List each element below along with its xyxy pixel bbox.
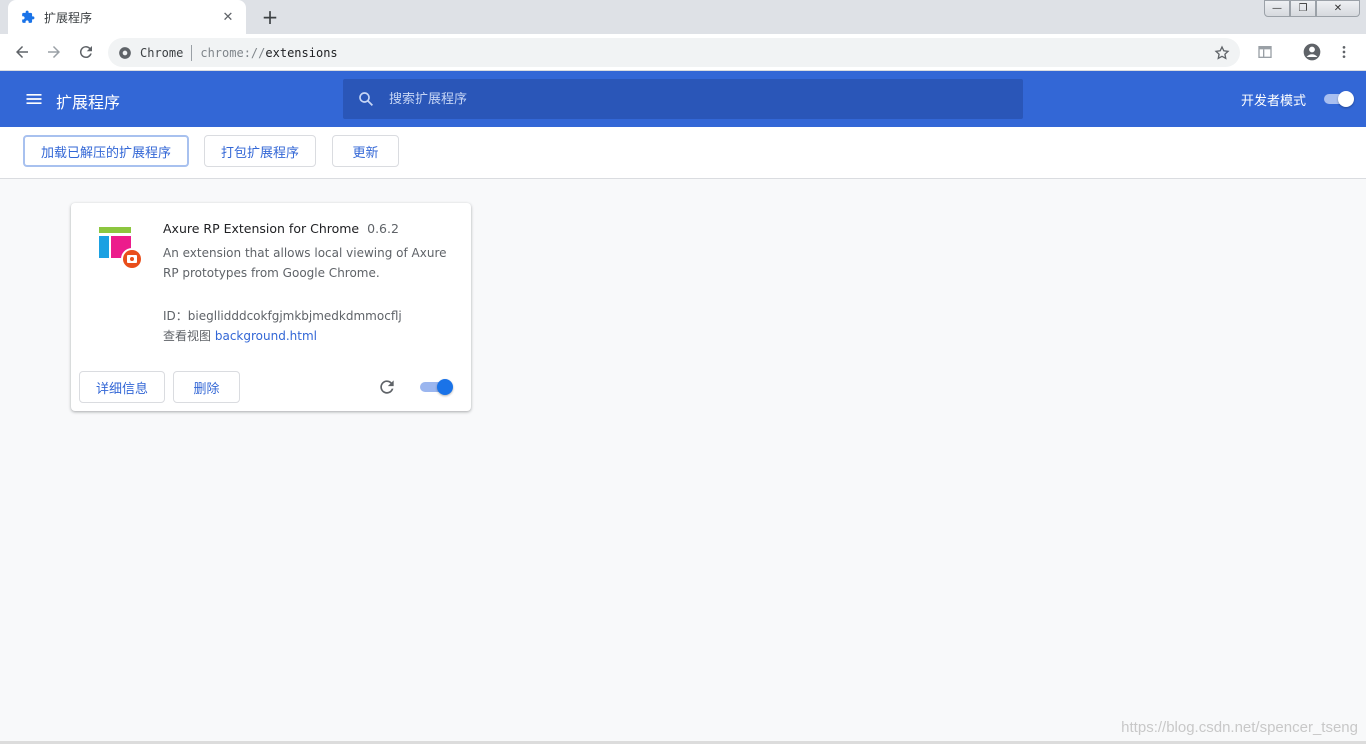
reload-extension-icon[interactable]: [377, 377, 397, 397]
address-bar[interactable]: Chrome chrome:// extensions: [108, 38, 1240, 67]
dev-mode-toggle-knob: [1338, 91, 1354, 107]
search-icon: [359, 92, 374, 107]
hamburger-menu-icon[interactable]: [24, 89, 44, 109]
background-page-link[interactable]: background.html: [215, 329, 317, 343]
url-scheme: chrome://: [200, 45, 266, 60]
reload-icon: [79, 46, 92, 59]
pack-extension-button[interactable]: 打包扩展程序: [204, 135, 316, 167]
extension-id: ID：biegllidddcokfgjmkbjmedkdmmocflj: [163, 309, 402, 323]
details-button[interactable]: 详细信息: [79, 371, 165, 403]
search-input[interactable]: [389, 91, 989, 107]
close-window-button[interactable]: ✕: [1316, 0, 1360, 17]
remove-button[interactable]: 删除: [173, 371, 240, 403]
axure-extension-icon: [99, 227, 143, 270]
extension-version: 0.6.2: [367, 221, 399, 236]
inspect-views-label: 查看视图: [163, 329, 212, 343]
omnibox-separator: [191, 44, 193, 61]
back-button[interactable]: [8, 38, 36, 66]
dev-mode-label: 开发者模式: [1240, 94, 1306, 109]
chrome-icon: [119, 46, 131, 59]
page-title: 扩展程序: [56, 93, 121, 112]
extension-toggle-knob: [437, 379, 453, 395]
reload-button[interactable]: [72, 38, 100, 66]
more-menu-icon[interactable]: [1330, 38, 1358, 66]
back-arrow-icon: [16, 46, 28, 58]
restore-button[interactable]: ❐: [1290, 0, 1316, 17]
extension-name-row: Axure RP Extension for Chrome 0.6.2: [163, 221, 399, 236]
bookmark-star-icon[interactable]: [1212, 43, 1232, 63]
extension-enable-toggle[interactable]: [419, 379, 453, 395]
url-path: extensions: [265, 45, 338, 60]
site-label: Chrome: [140, 45, 184, 60]
dev-mode-toggle[interactable]: [1322, 91, 1354, 107]
extension-card: Axure RP Extension for Chrome 0.6.2 An ex…: [71, 203, 471, 411]
profile-avatar-icon[interactable]: [1298, 38, 1326, 66]
update-button[interactable]: 更新: [332, 135, 399, 167]
new-tab-button[interactable]: +: [258, 5, 282, 29]
window-controls: — ❐ ✕: [1264, 0, 1360, 17]
tab-search-icon[interactable]: [1251, 38, 1279, 66]
inspect-views-row: 查看视图 background.html: [163, 327, 317, 344]
extension-name: Axure RP Extension for Chrome: [163, 221, 360, 236]
extension-description: An extension that allows local viewing o…: [163, 246, 447, 280]
puzzle-icon: [20, 9, 36, 25]
tab-title: 扩展程序: [44, 10, 93, 25]
minimize-button[interactable]: —: [1264, 0, 1290, 17]
browser-tab[interactable]: 扩展程序 ✕: [8, 0, 246, 34]
extensions-header: 扩展程序 开发者模式: [0, 71, 1366, 127]
tab-strip: 扩展程序 ✕ + — ❐ ✕: [0, 0, 1366, 34]
watermark: https://blog.csdn.net/spencer_tseng: [1121, 719, 1358, 736]
forward-arrow-icon: [48, 46, 60, 58]
search-box[interactable]: [343, 79, 1023, 119]
close-tab-icon[interactable]: ✕: [220, 9, 236, 25]
load-unpacked-button[interactable]: 加载已解压的扩展程序: [23, 135, 189, 167]
browser-toolbar: Chrome chrome:// extensions: [0, 34, 1366, 71]
forward-button[interactable]: [40, 38, 68, 66]
extension-card-footer: 详细信息 删除: [71, 363, 471, 411]
developer-action-bar: 加载已解压的扩展程序 打包扩展程序 更新: [0, 127, 1366, 179]
